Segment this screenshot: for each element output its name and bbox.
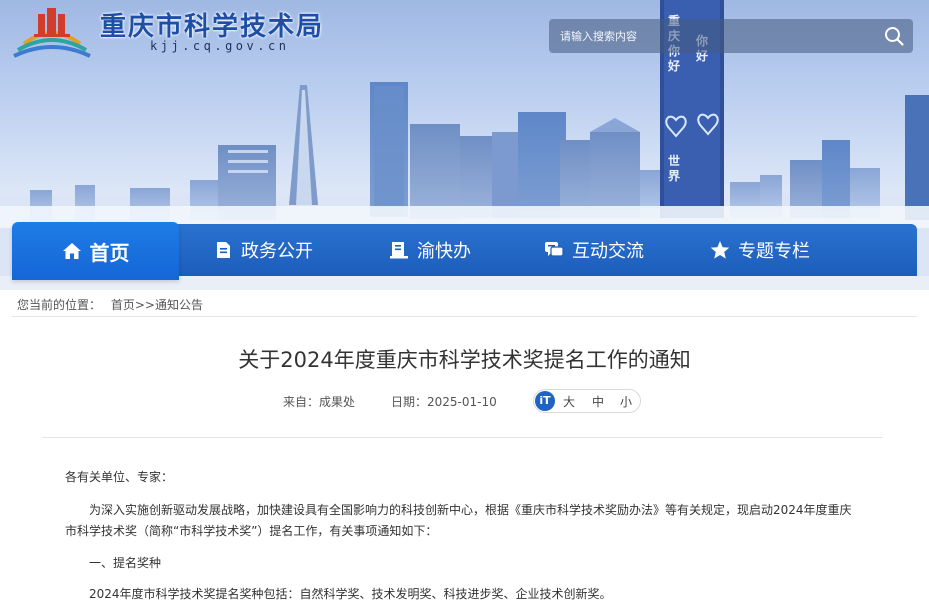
breadcrumb-current-link[interactable]: 通知公告 — [155, 298, 203, 312]
article-title: 关于2024年度重庆市科学技术奖提名工作的通知 — [238, 348, 691, 372]
breadcrumb-prefix: 您当前的位置： — [17, 298, 102, 312]
article-divider — [42, 437, 883, 438]
nav-item-label: 政务公开 — [241, 241, 313, 262]
article-paragraph-1-line-2: 市科学技术奖（简称“市科学技术奖”）提名工作，有关事项通知如下： — [65, 524, 438, 538]
nav-item-interaction[interactable]: 互动交流 — [544, 224, 644, 276]
nav-item-label: 互动交流 — [572, 241, 644, 262]
document-icon — [217, 242, 230, 258]
service-icon — [390, 242, 408, 259]
emblem-icon — [13, 8, 91, 58]
nav-item-yukuaiban[interactable]: 渝快办 — [389, 224, 471, 276]
breadcrumb-separator: >> — [134, 298, 155, 312]
site-title[interactable]: 重庆市科学技术局 — [100, 6, 324, 43]
article-source: 来自：成果处 — [283, 395, 356, 409]
breadcrumb: 您当前的位置： 首页>>通知公告 — [17, 296, 203, 313]
breadcrumb-divider — [12, 316, 917, 317]
font-size-large-button[interactable]: 大 — [563, 393, 575, 410]
nav-item-label: 首页 — [89, 240, 130, 265]
nav-item-special-topics[interactable]: 专题专栏 — [710, 224, 810, 276]
site-domain: kjj.cq.gov.cn — [150, 39, 290, 53]
search-input[interactable] — [549, 19, 869, 53]
nav-item-government-affairs[interactable]: 政务公开 — [213, 224, 313, 276]
font-size-switcher: iT 大 中 小 — [533, 389, 641, 413]
font-size-medium-button[interactable]: 中 — [592, 393, 604, 410]
nav-item-label: 渝快办 — [417, 241, 471, 262]
main-nav: 首页 政务公开 渝快办 互动交流 专题专栏 — [12, 222, 917, 280]
home-icon — [62, 243, 81, 259]
article-paragraph-1-line-1: 为深入实施创新驱动发展战略，加快建设具有全国影响力的科技创新中心，根据《重庆市科… — [89, 503, 852, 517]
search-bar — [549, 19, 913, 53]
article-date: 日期：2025-01-10 — [391, 395, 497, 409]
font-size-icon: iT — [535, 391, 555, 411]
site-logo[interactable] — [12, 4, 92, 60]
search-button[interactable] — [883, 25, 905, 47]
article-section-heading: 一、提名奖种 — [89, 556, 162, 570]
nav-item-label: 专题专栏 — [738, 241, 810, 262]
article-salutation: 各有关单位、专家： — [65, 470, 174, 484]
chat-icon — [545, 242, 564, 257]
nav-item-home[interactable]: 首页 — [12, 222, 179, 280]
article-paragraph-2: 2024年度市科学技术奖提名奖种包括：自然科学奖、技术发明奖、科技进步奖、企业技… — [89, 587, 612, 601]
breadcrumb-home-link[interactable]: 首页 — [111, 298, 135, 312]
star-icon — [710, 241, 730, 259]
search-icon — [885, 27, 904, 46]
font-size-small-button[interactable]: 小 — [620, 393, 632, 410]
